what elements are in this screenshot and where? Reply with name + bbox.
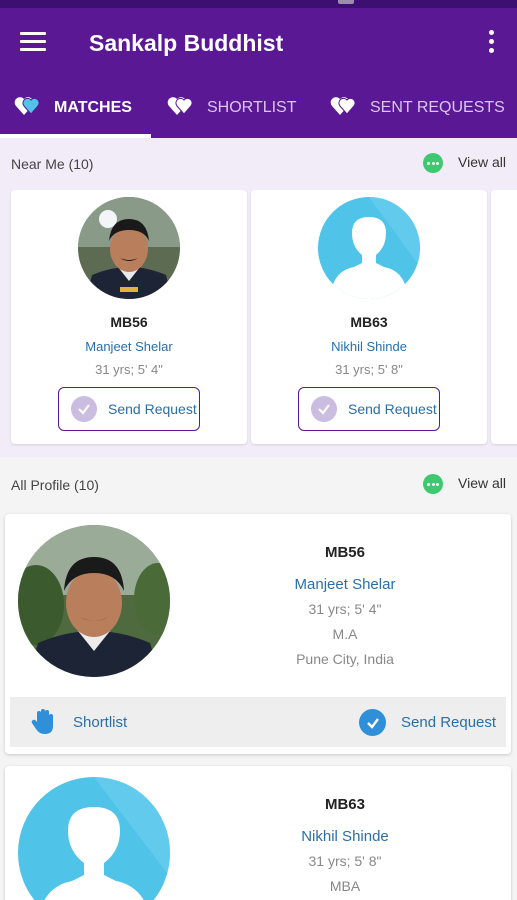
profile-location: Pune City, India [296, 651, 394, 667]
hearts-icon [167, 95, 195, 122]
profile-info: MB56 Manjeet Shelar 31 yrs; 5' 4" M.A Pu… [245, 544, 445, 676]
hearts-icon [330, 95, 358, 122]
menu-icon[interactable] [20, 32, 46, 54]
active-tab-indicator [0, 134, 151, 138]
send-request-label: Send Request [348, 401, 437, 417]
profile-info: MB63 Nikhil Shinde 31 yrs; 5' 8" MBA [245, 796, 445, 900]
check-circle-icon [311, 396, 337, 422]
profile-id: MB56 [110, 314, 148, 330]
send-request-button[interactable]: Send Request [401, 714, 496, 731]
profile-photo [78, 197, 180, 299]
profile-name[interactable]: Manjeet Shelar [11, 339, 247, 354]
app-bar: Sankalp Buddhist [0, 8, 517, 78]
profile-name[interactable]: Nikhil Shinde [245, 828, 445, 853]
near-me-view-all[interactable]: View all [458, 154, 506, 170]
tab-shortlist-label: SHORTLIST [207, 99, 297, 116]
near-me-card[interactable]: MB56 Manjeet Shelar 31 yrs; 5' 4" Send R… [11, 190, 247, 444]
near-me-card[interactable]: MB63 Nikhil Shinde 31 yrs; 5' 8" Send Re… [251, 190, 487, 444]
near-me-header: Near Me (10) View all [0, 141, 517, 185]
profile-id: MB56 [324, 544, 365, 561]
profile-card[interactable]: MB63 Nikhil Shinde 31 yrs; 5' 8" MBA [5, 766, 511, 900]
shortlist-button[interactable]: Shortlist [73, 714, 127, 731]
tab-bar: MATCHES SHORTLIST SENT REQUESTS [0, 78, 517, 138]
profile-age-height: 31 yrs; 5' 8" [335, 362, 403, 377]
all-profiles-view-all[interactable]: View all [458, 475, 506, 491]
profile-card[interactable]: MB56 Manjeet Shelar 31 yrs; 5' 4" M.A Pu… [5, 514, 511, 754]
app-title: Sankalp Buddhist [89, 30, 284, 56]
status-indicator [338, 0, 354, 4]
profile-education: MBA [329, 878, 361, 894]
tab-matches-label: MATCHES [54, 99, 132, 116]
tab-sent-requests[interactable]: SENT REQUESTS [316, 78, 517, 138]
check-circle-icon [71, 396, 97, 422]
profile-name[interactable]: Manjeet Shelar [245, 576, 445, 601]
status-bar [0, 0, 517, 8]
profile-age-height: 31 yrs; 5' 4" [95, 362, 163, 377]
hearts-icon [14, 95, 42, 122]
tab-matches[interactable]: MATCHES [0, 78, 151, 138]
all-profiles-header: All Profile (10) View all [0, 462, 517, 506]
profile-education: M.A [332, 626, 358, 642]
placeholder-avatar [18, 777, 170, 900]
placeholder-avatar [318, 197, 420, 299]
more-dots-icon[interactable] [423, 153, 443, 173]
profile-photo [18, 525, 170, 677]
tab-sent-requests-label: SENT REQUESTS [370, 99, 505, 116]
profile-actions: Shortlist Send Request [10, 697, 506, 747]
profile-age-height: 31 yrs; 5' 4" [308, 601, 382, 617]
near-me-heading: Near Me (10) [11, 156, 94, 172]
all-profiles-heading: All Profile (10) [11, 477, 99, 493]
send-request-label: Send Request [108, 401, 197, 417]
profile-age-height: 31 yrs; 5' 8" [308, 853, 382, 869]
send-request-button[interactable]: Send Request [58, 387, 200, 431]
more-vert-icon[interactable] [489, 30, 495, 54]
check-circle-icon[interactable] [359, 709, 386, 736]
profile-id: MB63 [350, 314, 388, 330]
hand-icon[interactable] [30, 708, 56, 736]
send-request-button[interactable]: Send Request [298, 387, 440, 431]
near-me-card-partial[interactable] [491, 190, 517, 444]
tab-shortlist[interactable]: SHORTLIST [151, 78, 316, 138]
profile-id: MB63 [324, 796, 365, 813]
profile-name[interactable]: Nikhil Shinde [251, 339, 487, 354]
more-dots-icon[interactable] [423, 474, 443, 494]
